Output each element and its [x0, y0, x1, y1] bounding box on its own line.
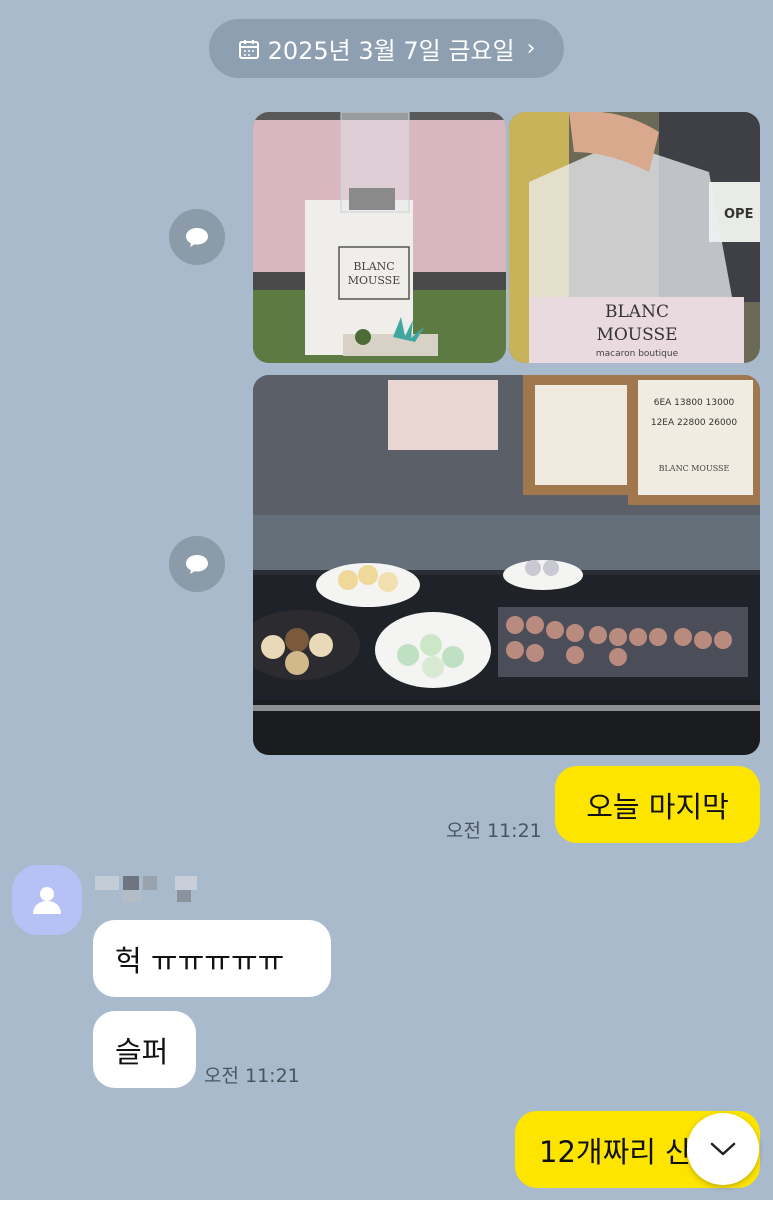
their-message-bubble[interactable]: 슬퍼 [93, 1011, 196, 1088]
scroll-to-bottom-button[interactable] [687, 1113, 759, 1185]
photo-macaron-display[interactable]: 6EA 13800 13000 12EA 22800 26000 BLANC M… [253, 375, 760, 755]
board-brand: BLANC MOUSSE [659, 464, 730, 473]
bag-line3: macaron boutique [596, 349, 679, 359]
their-message-text: 헉 ㅠㅠㅠㅠㅠ [115, 943, 285, 978]
price-row1: 6EA 13800 13000 [654, 398, 735, 408]
date-chevron: › [526, 36, 536, 61]
shop-sign-line1: BLANC [353, 260, 394, 273]
avatar[interactable] [12, 865, 82, 935]
photo-shopping-bag[interactable]: OPE BLANC MOUSSE macaron boutique [509, 112, 760, 363]
message-time: 오전 11:21 [204, 1065, 300, 1087]
share-button[interactable] [169, 536, 225, 592]
bag-line2: MOUSSE [596, 325, 677, 345]
their-message-text: 슬퍼 [115, 1034, 169, 1069]
date-label: 2025년 3월 7일 금요일 [267, 37, 515, 65]
input-bar-edge [0, 1200, 773, 1206]
my-message-bubble[interactable]: 오늘 마지막 [555, 766, 760, 843]
calendar-icon [238, 39, 259, 59]
default-profile-icon [33, 887, 61, 914]
my-message-text: 오늘 마지막 [586, 789, 729, 824]
share-button[interactable] [169, 209, 225, 265]
price-row2: 12EA 22800 26000 [651, 418, 738, 428]
bag-line1: BLANC [605, 302, 669, 322]
share-icon [186, 555, 208, 574]
share-icon [186, 228, 208, 247]
sender-name-redacted [95, 876, 197, 902]
chevron-down-icon [710, 1142, 736, 1156]
photo-shop-sign[interactable]: BLANC MOUSSE [253, 112, 506, 363]
message-time: 오전 11:21 [446, 820, 542, 842]
shop-sign-line2: MOUSSE [348, 274, 400, 287]
their-message-bubble[interactable]: 헉 ㅠㅠㅠㅠㅠ [93, 920, 331, 997]
door-sign: OPE [724, 207, 753, 222]
date-divider[interactable]: 2025년 3월 7일 금요일 › [209, 19, 564, 78]
